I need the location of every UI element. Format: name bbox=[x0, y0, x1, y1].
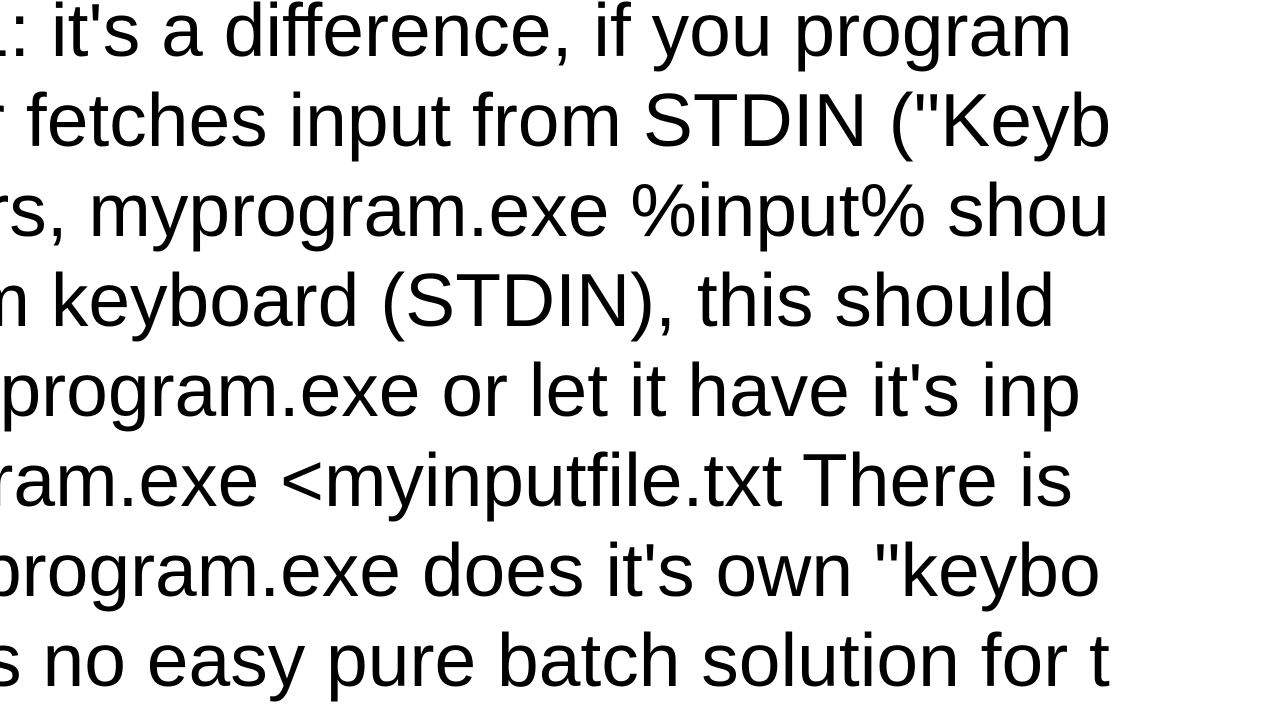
line-4: from keyboard (STDIN), this should bbox=[0, 255, 1111, 345]
line-5: |myprogram.exe or let it have it's inp bbox=[0, 345, 1111, 435]
line-2: s or fetches input from STDIN ("Keyb bbox=[0, 75, 1111, 165]
line-7: myprogram.exe does it's own "keybo bbox=[0, 525, 1111, 615]
line-3: eters, myprogram.exe %input% shou bbox=[0, 165, 1111, 255]
text-content: er 1: it's a difference, if you program … bbox=[0, 0, 1111, 705]
line-1: er 1: it's a difference, if you program bbox=[0, 0, 1111, 75]
line-8: re is no easy pure batch solution for t bbox=[0, 615, 1111, 705]
line-6: rogram.exe <myinputfile.txt There is bbox=[0, 435, 1111, 525]
